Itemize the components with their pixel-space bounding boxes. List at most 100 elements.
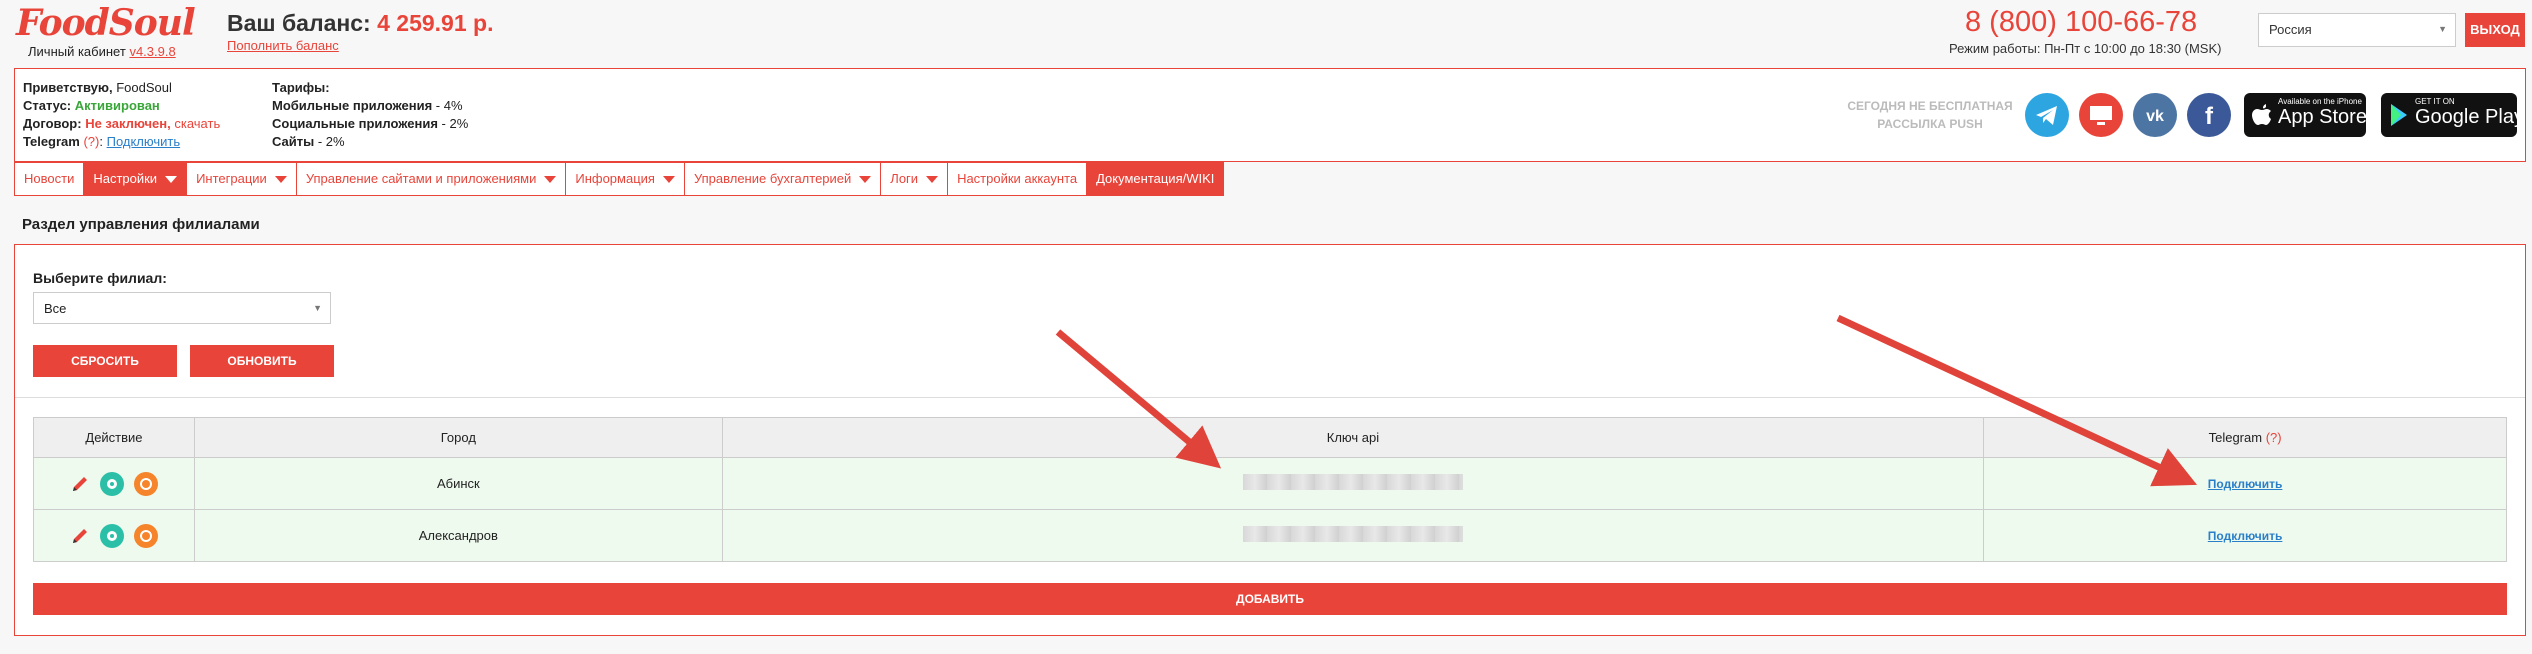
update-button[interactable]: ОБНОВИТЬ <box>190 345 334 377</box>
telegram-connect-link[interactable]: Подключить <box>2208 529 2283 543</box>
view-eye-icon[interactable] <box>99 471 124 496</box>
view-eye-icon[interactable] <box>99 523 124 548</box>
table-row: Александров Подключить <box>33 509 2507 562</box>
version-link[interactable]: v4.3.9.8 <box>129 44 175 59</box>
nav-accounting-label: Управление бухгалтерией <box>693 171 852 186</box>
telegram-icon[interactable] <box>2025 93 2069 137</box>
vk-icon[interactable]: vk <box>2133 93 2177 137</box>
nav-information[interactable]: Информация <box>566 163 685 195</box>
contract-label: Договор: <box>23 116 82 131</box>
balance: Ваш баланс: 4 259.91 р. <box>227 10 493 37</box>
appstore-badge[interactable]: Available on the iPhone App Store <box>2244 93 2367 137</box>
country-select[interactable]: Россия ▼ <box>2258 13 2456 47</box>
col-telegram-label: Telegram <box>2208 430 2263 445</box>
branches-table: Действие Город Ключ api Telegram (?) Аби… <box>33 417 2507 562</box>
appstore-small-text: Available on the iPhone <box>2278 97 2362 106</box>
header: FoodSoul Личный кабинет v4.3.9.8 Ваш бал… <box>0 0 2532 66</box>
topup-link[interactable]: Пополнить баланс <box>227 38 339 53</box>
tariff-social-value: - 2% <box>437 116 469 131</box>
col-telegram: Telegram (?) <box>1983 417 2507 458</box>
nav-docs-wiki[interactable]: Документация/WIKI <box>1087 163 1224 195</box>
row-actions <box>33 457 195 510</box>
push-note: СЕГОДНЯ НЕ БЕСПЛАТНАЯ РАССЫЛКА PUSH <box>1847 99 2013 131</box>
page-title: Раздел управления филиалами <box>22 216 260 233</box>
svg-text:vk: vk <box>2146 108 2164 125</box>
tariffs-info: Тарифы: Мобильные приложения - 4% Социал… <box>272 79 468 151</box>
tariff-social-label: Социальные приложения <box>272 116 438 131</box>
col-action: Действие <box>33 417 195 458</box>
desktop-icon[interactable] <box>2079 93 2123 137</box>
balance-value: 4 259.91 р. <box>377 10 494 36</box>
contract-download-link[interactable]: скачать <box>174 116 220 131</box>
facebook-icon[interactable]: f <box>2187 93 2231 137</box>
telegram-label: Telegram <box>23 134 80 149</box>
row-telegram: Подключить <box>1983 509 2507 562</box>
tariff-sites-value: - 2% <box>314 134 345 149</box>
working-hours: Режим работы: Пн-Пт с 10:00 до 18:30 (MS… <box>1949 41 2222 56</box>
foodsoul-logo[interactable]: FoodSoul Личный кабинет v4.3.9.8 <box>16 2 196 64</box>
nav-settings-label: Настройки <box>93 171 158 186</box>
caret-down-icon <box>274 175 287 183</box>
edit-pencil-icon[interactable] <box>70 474 90 494</box>
row-city: Александров <box>193 509 723 562</box>
tariff-mobile-value: - 4% <box>432 98 463 113</box>
account-info: Приветствую, FoodSoul Статус: Активирова… <box>23 80 221 149</box>
table-header-row: Действие Город Ключ api Telegram (?) <box>33 417 2507 458</box>
row-city: Абинск <box>193 457 723 510</box>
telegram-connect-link[interactable]: Подключить <box>107 134 181 149</box>
branches-panel: Выберите филиал: Все ▼ СБРОСИТЬ ОБНОВИТЬ … <box>14 244 2526 636</box>
contract-value: Не заключен, <box>85 116 171 131</box>
caret-down-icon <box>165 175 178 183</box>
edit-pencil-icon[interactable] <box>70 526 90 546</box>
table-row: Абинск Подключить <box>33 457 2507 510</box>
nav-integrations-label: Интеграции <box>196 171 267 186</box>
country-value: Россия <box>2269 22 2312 37</box>
googleplay-small-text: GET IT ON <box>2415 97 2455 106</box>
nav-information-label: Информация <box>575 171 655 186</box>
nav-accounting[interactable]: Управление бухгалтерией <box>685 163 882 195</box>
nav-settings[interactable]: Настройки <box>84 163 188 195</box>
caret-down-icon <box>544 175 557 183</box>
nav-logs[interactable]: Логи <box>881 163 949 195</box>
nav-logs-label: Логи <box>890 171 919 186</box>
refresh-icon[interactable] <box>133 523 158 548</box>
row-actions <box>33 509 195 562</box>
refresh-icon[interactable] <box>133 471 158 496</box>
tariff-sites-label: Сайты <box>272 134 315 149</box>
add-button[interactable]: ДОБАВИТЬ <box>33 583 2507 615</box>
googleplay-icon <box>2391 104 2407 126</box>
row-api-key <box>721 457 1985 510</box>
appstore-big-text: App Store <box>2278 106 2367 128</box>
branch-select[interactable]: Все ▼ <box>33 292 331 324</box>
chevron-down-icon: ▼ <box>2438 24 2447 34</box>
row-api-key <box>721 509 1985 562</box>
reset-button[interactable]: СБРОСИТЬ <box>33 345 177 377</box>
tariff-mobile-label: Мобильные приложения <box>272 98 433 113</box>
greeting-label: Приветствую, <box>23 80 113 95</box>
cabinet-label: Личный кабинет v4.3.9.8 <box>28 44 176 59</box>
branch-filter-label: Выберите филиал: <box>33 270 167 286</box>
googleplay-badge[interactable]: GET IT ON Google Play <box>2381 93 2524 137</box>
branch-select-value: Все <box>44 301 67 316</box>
logo-text: FoodSoul <box>16 2 196 44</box>
main-nav: Новости Настройки Интеграции Управление … <box>14 162 1225 196</box>
caret-down-icon <box>859 175 872 183</box>
row-telegram: Подключить <box>1983 457 2507 510</box>
svg-text:f: f <box>2205 103 2214 130</box>
nav-news[interactable]: Новости <box>15 163 85 195</box>
phone-number: 8 (800) 100-66-78 <box>1965 6 2198 38</box>
telegram-help-link[interactable]: (?) <box>2266 430 2282 445</box>
info-panel: Приветствую, FoodSoul Статус: Активирова… <box>14 68 2526 162</box>
col-city: Город <box>193 417 723 458</box>
nav-integrations[interactable]: Интеграции <box>187 163 297 195</box>
logout-button[interactable]: ВЫХОД <box>2465 13 2525 47</box>
telegram-help-link[interactable]: (?) <box>83 134 99 149</box>
nav-sites-apps[interactable]: Управление сайтами и приложениями <box>297 163 567 195</box>
nav-docs-wiki-label: Документация/WIKI <box>1096 171 1215 186</box>
nav-account-settings[interactable]: Настройки аккаунта <box>948 163 1088 195</box>
telegram-connect-link[interactable]: Подключить <box>2208 477 2283 491</box>
tariffs-title: Тарифы: <box>272 80 330 95</box>
apple-icon <box>2252 104 2271 125</box>
status-label: Статус: <box>23 98 72 113</box>
caret-down-icon <box>662 175 675 183</box>
